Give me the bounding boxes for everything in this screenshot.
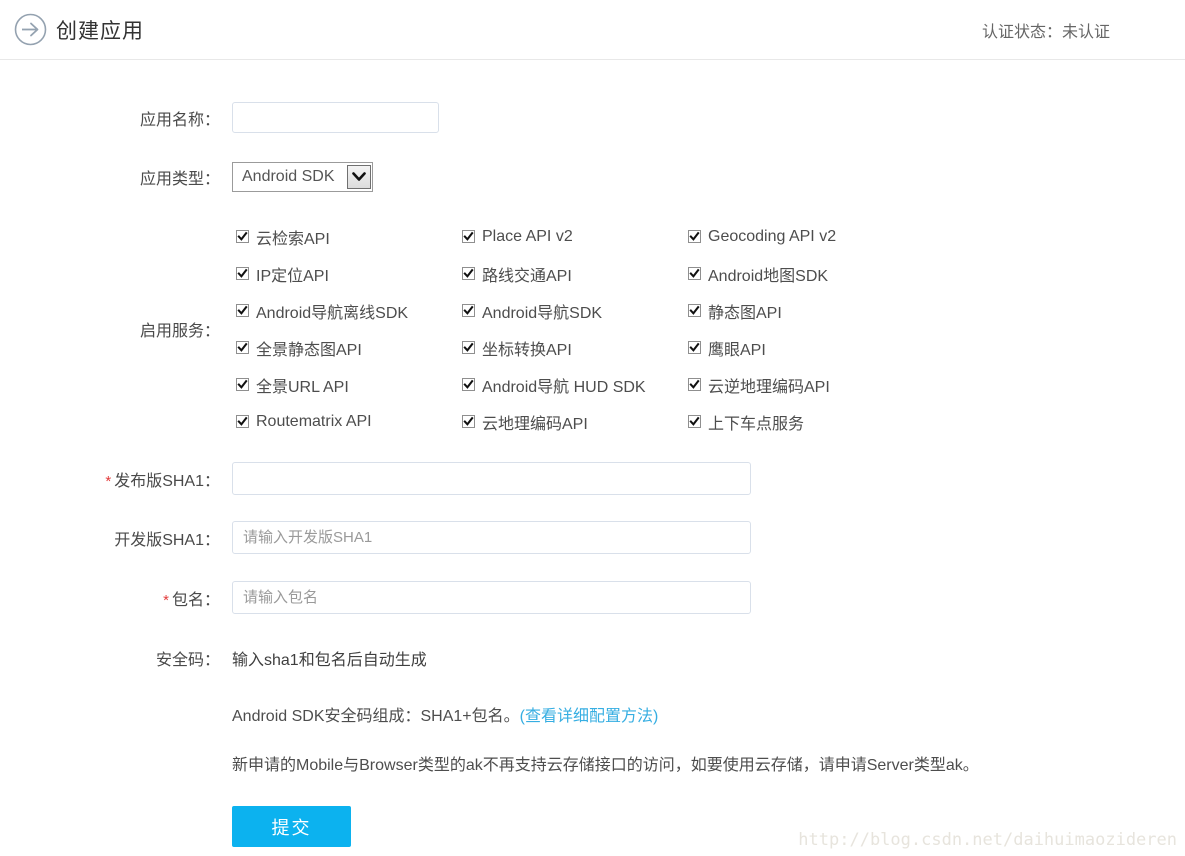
release-sha1-row: *发布版SHA1： [0, 462, 1185, 495]
service-checkbox-item[interactable]: IP定位API [236, 265, 462, 282]
package-name-input[interactable] [232, 581, 751, 614]
checkbox-checked-icon[interactable] [462, 304, 475, 317]
service-label: Android导航SDK [482, 299, 602, 323]
checkbox-checked-icon[interactable] [462, 415, 475, 428]
checkbox-checked-icon[interactable] [236, 304, 249, 317]
chevron-down-icon[interactable] [347, 165, 371, 189]
service-checkbox-item[interactable]: Routematrix API [236, 413, 462, 430]
service-checkbox-item[interactable]: 鹰眼API [688, 339, 948, 356]
checkbox-checked-icon[interactable] [236, 267, 249, 280]
app-type-select[interactable]: Android SDK [232, 162, 373, 192]
services-label: 启用服务： [0, 317, 232, 341]
note1-row: Android SDK安全码组成：SHA1+包名。(查看详细配置方法) [0, 702, 1185, 726]
service-label: Routematrix API [256, 413, 372, 431]
service-label: 云检索API [256, 225, 330, 249]
auth-status: 认证状态：未认证 [982, 18, 1110, 42]
dev-sha1-input[interactable] [232, 521, 751, 554]
service-label: 路线交通API [482, 262, 572, 286]
service-checkbox-item[interactable]: Android导航 HUD SDK [462, 376, 688, 393]
release-sha1-input[interactable] [232, 462, 751, 495]
dev-sha1-row: 开发版SHA1： [0, 521, 1185, 554]
checkbox-checked-icon[interactable] [462, 341, 475, 354]
checkbox-checked-icon[interactable] [236, 415, 249, 428]
checkbox-checked-icon[interactable] [688, 304, 701, 317]
required-asterisk: * [105, 473, 111, 490]
services-row: 启用服务： 云检索API Place API [0, 228, 1185, 430]
service-label: 云地理编码API [482, 410, 588, 434]
service-label: Android导航 HUD SDK [482, 373, 646, 397]
service-label: 上下车点服务 [708, 410, 804, 434]
package-name-row: *包名： [0, 581, 1185, 614]
submit-button[interactable]: 提交 [232, 806, 351, 847]
service-checkbox-item[interactable]: Place API v2 [462, 228, 688, 245]
service-checkbox-item[interactable]: 云逆地理编码API [688, 376, 948, 393]
note1-text: Android SDK安全码组成：SHA1+包名。 [232, 708, 520, 725]
checkbox-checked-icon[interactable] [688, 230, 701, 243]
service-checkbox-item[interactable]: 上下车点服务 [688, 413, 948, 430]
required-asterisk: * [163, 592, 169, 609]
service-checkbox-item[interactable]: 云地理编码API [462, 413, 688, 430]
watermark-url: http://blog.csdn.net/daihuimaozideren [798, 830, 1177, 850]
checkbox-checked-icon[interactable] [688, 415, 701, 428]
security-code-row: 安全码： 输入sha1和包名后自动生成 [0, 646, 1185, 670]
checkbox-checked-icon[interactable] [236, 230, 249, 243]
checkbox-checked-icon[interactable] [462, 378, 475, 391]
service-checkbox-item[interactable]: Android导航离线SDK [236, 302, 462, 319]
app-name-row: 应用名称： [0, 102, 1185, 133]
create-app-form: 应用名称： 应用类型： Android SDK 启用服务： [0, 60, 1185, 847]
page-header: 创建应用 认证状态：未认证 [0, 0, 1185, 60]
app-name-label: 应用名称： [0, 106, 232, 130]
service-checkbox-item[interactable]: 路线交通API [462, 265, 688, 282]
app-type-selected-value: Android SDK [242, 168, 345, 186]
note2-text: 新申请的Mobile与Browser类型的ak不再支持云存储接口的访问，如要使用… [232, 751, 1185, 775]
release-sha1-label: *发布版SHA1： [0, 467, 232, 491]
security-code-label: 安全码： [0, 646, 232, 670]
service-checkbox-item[interactable]: 全景URL API [236, 376, 462, 393]
service-checkbox-item[interactable]: Android导航SDK [462, 302, 688, 319]
checkbox-checked-icon[interactable] [462, 230, 475, 243]
service-checkbox-item[interactable]: 坐标转换API [462, 339, 688, 356]
dev-sha1-label: 开发版SHA1： [0, 526, 232, 550]
arrow-right-circle-icon[interactable] [14, 13, 47, 46]
service-checkbox-item[interactable]: Android地图SDK [688, 265, 948, 282]
checkbox-checked-icon[interactable] [236, 378, 249, 391]
checkbox-checked-icon[interactable] [688, 378, 701, 391]
service-label: 云逆地理编码API [708, 373, 830, 397]
create-app-page: 创建应用 认证状态：未认证 应用名称： 应用类型： Android SDK [0, 0, 1185, 856]
checkbox-checked-icon[interactable] [688, 341, 701, 354]
security-code-hint: 输入sha1和包名后自动生成 [232, 646, 1185, 670]
service-checkbox-item[interactable]: 云检索API [236, 228, 462, 245]
service-label: 静态图API [708, 299, 782, 323]
services-grid: 云检索API Place API v2 Geocoding API v2 [232, 228, 1185, 430]
checkbox-checked-icon[interactable] [462, 267, 475, 280]
service-checkbox-item[interactable]: Geocoding API v2 [688, 228, 948, 245]
note2-row: 新申请的Mobile与Browser类型的ak不再支持云存储接口的访问，如要使用… [0, 751, 1185, 775]
service-label: Android导航离线SDK [256, 299, 408, 323]
service-label: 全景静态图API [256, 336, 362, 360]
config-guide-link[interactable]: (查看详细配置方法) [520, 708, 659, 725]
service-checkbox-item[interactable]: 全景静态图API [236, 339, 462, 356]
app-type-row: 应用类型： Android SDK [0, 162, 1185, 192]
service-label: 全景URL API [256, 373, 349, 397]
service-label: 坐标转换API [482, 336, 572, 360]
checkbox-checked-icon[interactable] [688, 267, 701, 280]
app-type-label: 应用类型： [0, 165, 232, 189]
service-label: Geocoding API v2 [708, 228, 836, 246]
service-label: Android地图SDK [708, 262, 828, 286]
package-name-label: *包名： [0, 586, 232, 610]
service-label: IP定位API [256, 262, 329, 286]
app-name-input[interactable] [232, 102, 439, 133]
service-label: Place API v2 [482, 228, 573, 246]
page-title: 创建应用 [56, 15, 144, 45]
service-checkbox-item[interactable]: 静态图API [688, 302, 948, 319]
checkbox-checked-icon[interactable] [236, 341, 249, 354]
service-label: 鹰眼API [708, 336, 766, 360]
